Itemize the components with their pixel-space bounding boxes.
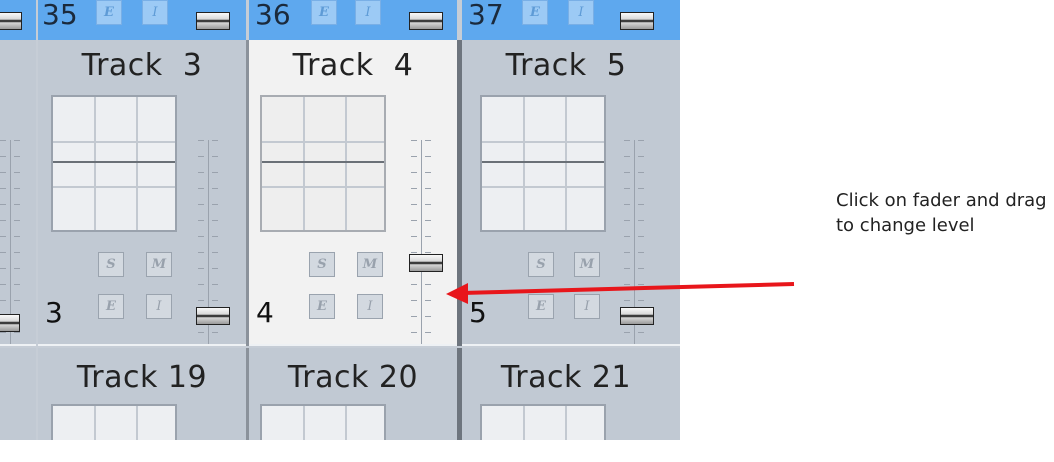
arrow-head-icon	[446, 283, 468, 304]
arrow-line	[461, 282, 795, 295]
annotation-text: Click on fader and drag it to change lev…	[836, 190, 1054, 236]
